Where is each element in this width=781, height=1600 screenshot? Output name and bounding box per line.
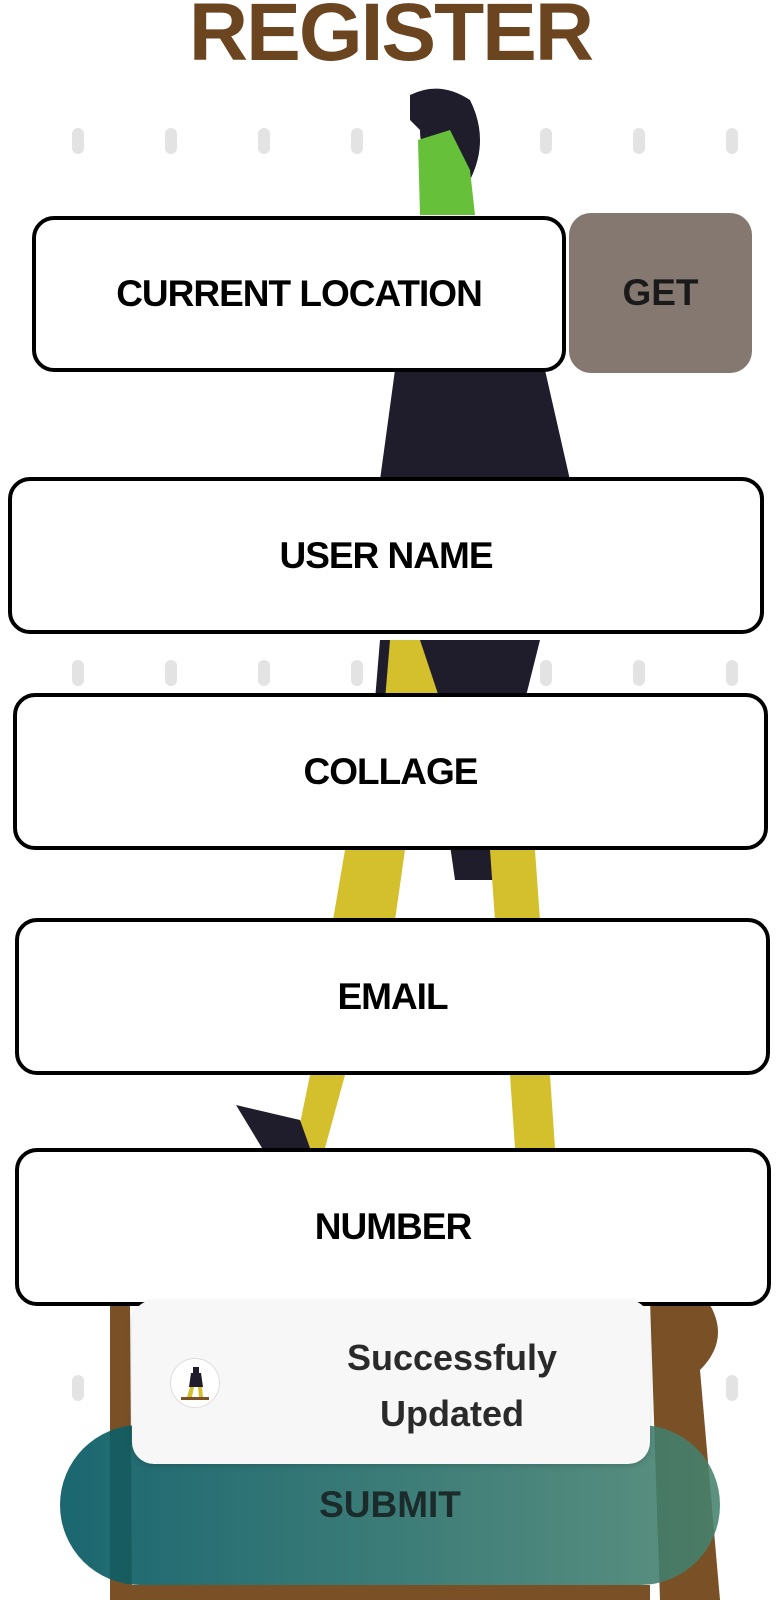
number-label: NUMBER <box>314 1206 472 1247</box>
toast-line-2: Updated <box>380 1393 524 1434</box>
email-field[interactable]: EMAIL <box>15 918 770 1075</box>
get-button-label: GET <box>622 272 699 313</box>
get-location-button[interactable]: GET <box>569 213 752 373</box>
email-label: EMAIL <box>337 975 448 1017</box>
user-name-field[interactable]: USER NAME <box>8 477 764 634</box>
current-location-label: CURRENT LOCATION <box>116 273 483 314</box>
toast-line-1: Successfuly <box>346 1337 558 1378</box>
current-location-field[interactable]: CURRENT LOCATION <box>32 216 566 372</box>
success-toast: Successfuly Updated <box>132 1300 650 1464</box>
college-field[interactable]: COLLAGE <box>13 693 768 850</box>
register-screen: REGISTER CURRENT LOCATION GET USER NAME … <box>0 0 781 1600</box>
submit-label: SUBMIT <box>319 1484 461 1525</box>
number-field[interactable]: NUMBER <box>15 1148 771 1306</box>
toast-message: Successfuly Updated <box>282 1330 622 1442</box>
page-title: REGISTER <box>188 0 594 78</box>
user-name-label: USER NAME <box>279 534 493 576</box>
college-label: COLLAGE <box>303 750 479 792</box>
app-logo-icon <box>170 1358 220 1408</box>
